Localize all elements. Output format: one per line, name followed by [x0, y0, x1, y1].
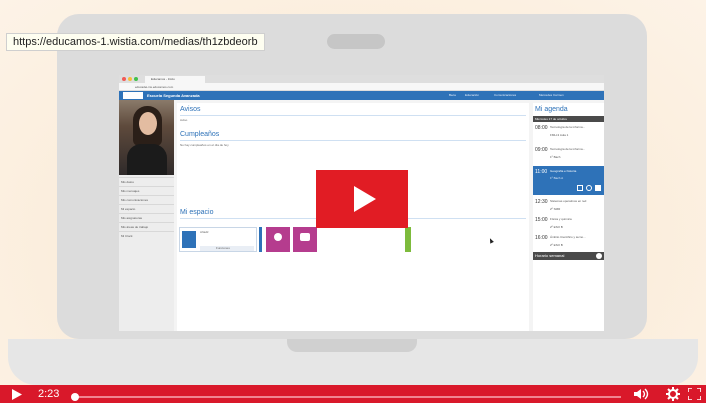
video-controls: 2:23	[0, 385, 706, 403]
user-photo	[119, 100, 174, 175]
link-icon[interactable]	[586, 185, 592, 191]
avisos-title: Avisos	[180, 106, 201, 113]
user-name[interactable]: Mercedes Carmen	[539, 92, 564, 99]
nav-link[interactable]: Comunicaciones	[494, 92, 516, 99]
document-icon	[182, 231, 196, 248]
sidebar-item-espacio[interactable]: Mi espacio	[121, 206, 135, 212]
add-icon[interactable]	[596, 253, 602, 259]
volume-icon[interactable]	[634, 388, 650, 400]
agenda-room: 1º Bach	[550, 155, 561, 159]
nav-link[interactable]: Educación	[465, 92, 479, 99]
agenda-panel: Mi agenda Miércoles 17 de octubre 08:00 …	[533, 103, 604, 331]
sidebar-item-asignaturas[interactable]: Mis asignaturas	[121, 215, 142, 221]
sidebar-item-mis-datos[interactable]: Mis datos	[121, 179, 134, 185]
minimize-dot[interactable]	[128, 77, 132, 81]
sidebar-divider	[119, 222, 174, 223]
agenda-time: 11:00	[535, 169, 548, 175]
schedule-bar[interactable]: Horario semanal	[533, 252, 604, 260]
agenda-subject: Geografía e historia	[550, 169, 577, 173]
play-icon[interactable]	[12, 389, 22, 400]
agenda-subject[interactable]: Ámbito Científico y tecno...	[550, 235, 586, 240]
sidebar-divider	[119, 195, 174, 196]
agenda-subject[interactable]: Física y química	[550, 217, 572, 222]
sidebar-item-areas[interactable]: Mis áreas de trabajo	[121, 224, 148, 230]
delete-icon[interactable]	[595, 185, 601, 191]
agenda-room: 2º ESO B	[550, 225, 563, 229]
laptop-notch	[287, 339, 417, 352]
agenda-date-bar: Miércoles 17 de octubre	[533, 116, 604, 122]
browser-tabbar: Educamos - Inicio	[119, 75, 604, 83]
agenda-room: 1º Bach A	[550, 176, 564, 180]
agenda-subject[interactable]: Tecnología de la informa...	[550, 147, 585, 152]
agenda-time: 12:30	[535, 199, 548, 205]
agenda-time: 09:00	[535, 147, 548, 153]
address-text: educadei-ins.educamos.com	[135, 85, 174, 89]
agenda-room: FMH-3 Aula 1	[550, 133, 569, 137]
fullscreen-icon[interactable]	[688, 388, 701, 400]
space-tile-green[interactable]	[405, 227, 411, 252]
maximize-dot[interactable]	[134, 77, 138, 81]
app-title: Escuela Segunda Avanzada	[147, 93, 200, 98]
video-frame[interactable]: Educamos - Inicio educadei-ins.educamos.…	[0, 0, 706, 403]
sidebar-divider	[119, 213, 174, 214]
agenda-current-entry[interactable]: 11:00 Geografía e historia 1º Bach A	[533, 166, 604, 195]
sidebar-item-mensajes[interactable]: Mis mensajes	[121, 188, 139, 194]
space-tile-add[interactable]: Añadir Funciones	[179, 227, 257, 252]
sidebar-item-clock[interactable]: Mi Clock	[121, 233, 133, 239]
agenda-room: 2º ESO B	[550, 243, 563, 247]
agenda-time: 08:00	[535, 125, 548, 131]
progress-track[interactable]	[73, 396, 621, 398]
agenda-room: 2º SMR	[550, 207, 561, 211]
laptop-camera	[327, 34, 385, 49]
browser-tab[interactable]: Educamos - Inicio	[145, 76, 205, 83]
photo-body	[127, 144, 167, 175]
group-icon	[300, 233, 310, 241]
birthdays-title: Cumpleaños	[180, 131, 220, 138]
tile-accent	[259, 227, 262, 252]
nav-link[interactable]: Beca	[449, 92, 456, 99]
progress-handle[interactable]	[70, 393, 79, 401]
close-dot[interactable]	[122, 77, 126, 81]
app-header: Escuela Segunda Avanzada Beca Educación …	[119, 91, 604, 100]
sidebar-divider	[119, 231, 174, 232]
sidebar-divider	[119, 204, 174, 205]
space-title: Mi espacio	[180, 209, 214, 216]
sidebar-divider	[119, 186, 174, 187]
agenda-date: Miércoles 17 de octubre	[535, 117, 568, 121]
sidebar: Mis datos Mis mensajes Mis comunicacione…	[119, 100, 174, 331]
school-logo	[123, 92, 143, 99]
schedule-label: Horario semanal	[535, 253, 565, 258]
agenda-subject[interactable]: Tecnología de la informa...	[550, 125, 585, 130]
avisos-text: Aviso	[180, 118, 188, 122]
agenda-subject[interactable]: Sistemas operativos en red	[550, 199, 586, 204]
birthdays-text: No hay cumpleaños en el día de hoy	[180, 143, 229, 147]
people-icon	[274, 233, 282, 241]
edit-icon[interactable]	[577, 185, 583, 191]
url-tooltip: https://educamos-1.wistia.com/medias/th1…	[6, 33, 265, 51]
agenda-title: Mi agenda	[535, 106, 568, 113]
photo-face	[139, 112, 157, 135]
agenda-time: 15:00	[535, 217, 548, 223]
tile-text: Añadir	[200, 230, 209, 234]
tile-caption-bar: Funciones	[200, 246, 254, 251]
section-divider	[180, 115, 526, 116]
space-tile-people[interactable]	[266, 227, 290, 252]
play-icon	[354, 186, 376, 212]
sidebar-item-comunicaciones[interactable]: Mis comunicaciones	[121, 197, 148, 203]
agenda-time: 16:00	[535, 235, 548, 241]
tile-caption: Funciones	[216, 246, 230, 250]
section-divider	[180, 140, 526, 141]
address-bar[interactable]: educadei-ins.educamos.com	[119, 83, 604, 91]
sidebar-divider	[119, 177, 174, 178]
gear-icon[interactable]	[666, 387, 680, 401]
space-tile-group[interactable]	[293, 227, 317, 252]
current-time: 2:23	[38, 388, 60, 400]
